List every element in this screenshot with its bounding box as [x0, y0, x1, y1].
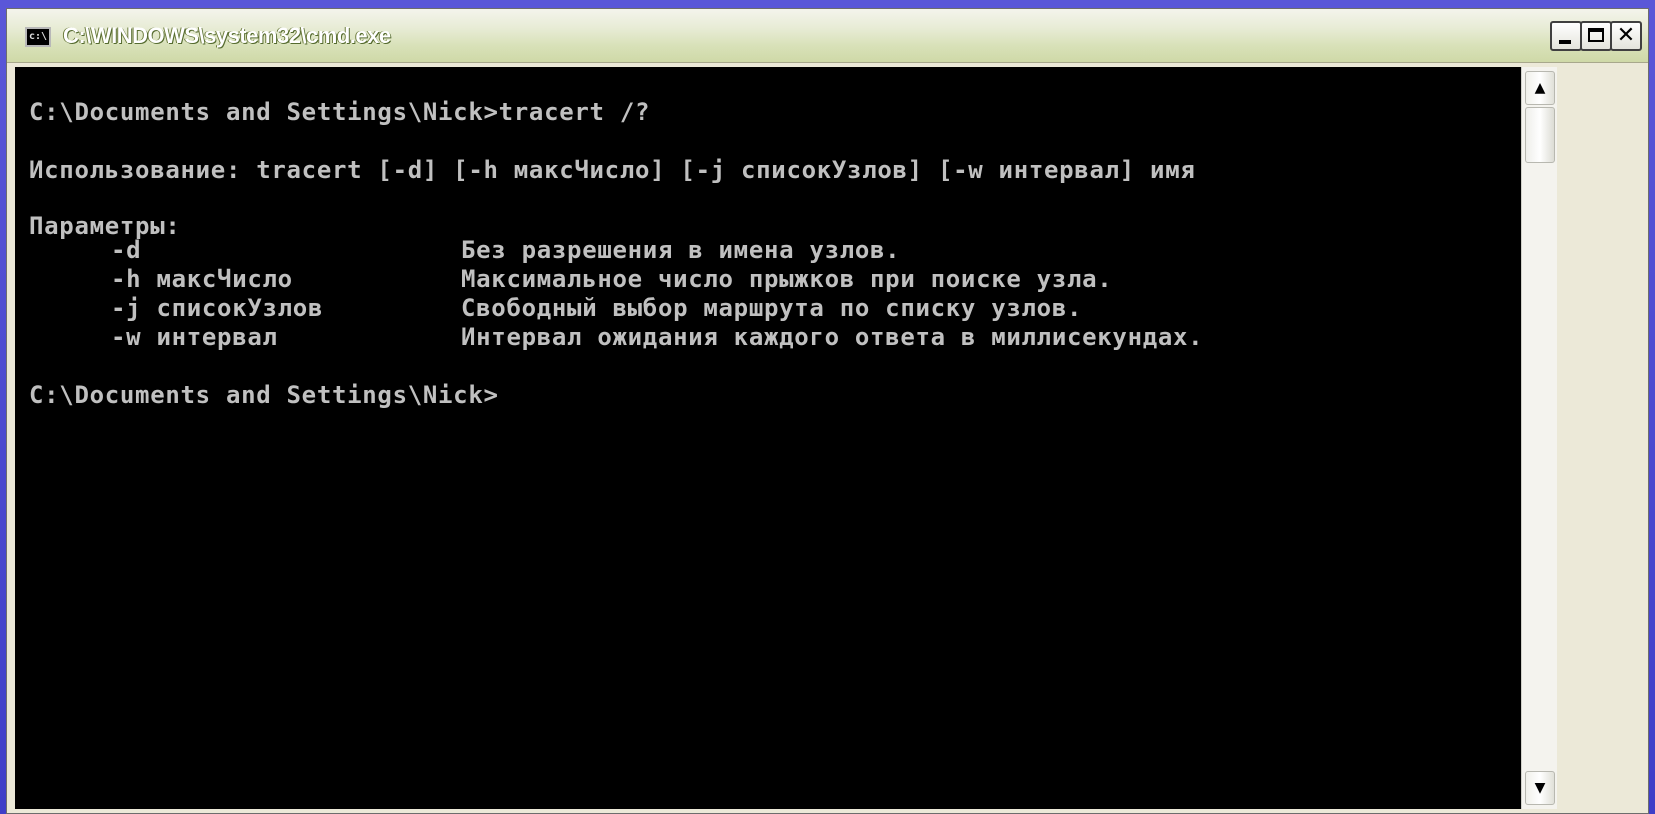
param-flag: -j списокУзлов: [111, 294, 324, 322]
param-description: Интервал ожидания каждого ответа в милли…: [461, 323, 1204, 351]
command-line: C:\Documents and Settings\Nick>tracert /…: [29, 98, 651, 126]
params-header: Параметры:: [29, 212, 181, 240]
param-description: Максимальное число прыжков при поиске уз…: [461, 265, 1113, 293]
window-title: C:\WINDOWS\system32\cmd.exe: [63, 23, 391, 48]
arrow-up-icon: ▲: [1534, 80, 1546, 96]
console-output[interactable]: C:\Documents and Settings\Nick>tracert /…: [15, 67, 1521, 809]
maximize-icon: [1588, 28, 1604, 42]
param-description: Без разрешения в имена узлов.: [461, 236, 901, 264]
prompt-line: C:\Documents and Settings\Nick>: [29, 381, 499, 409]
vertical-scrollbar[interactable]: ▲ ▼: [1521, 67, 1557, 809]
desktop-background: c:\ C:\WINDOWS\system32\cmd.exe ✕ C:\Doc…: [0, 0, 1655, 814]
minimize-icon: [1559, 40, 1571, 44]
param-flag: -d: [111, 236, 142, 264]
console-icon-glyph: c:\: [28, 31, 48, 42]
usage-line: Использование: tracert [-d] [-h максЧисл…: [29, 156, 1196, 184]
title-bar[interactable]: c:\ C:\WINDOWS\system32\cmd.exe ✕: [7, 9, 1648, 63]
param-description: Свободный выбор маршрута по списку узлов…: [461, 294, 1083, 322]
close-icon: ✕: [1616, 23, 1636, 48]
param-flag: -w интервал: [111, 323, 278, 351]
close-button[interactable]: ✕: [1610, 21, 1642, 51]
scroll-up-button[interactable]: ▲: [1525, 71, 1555, 105]
console-icon[interactable]: c:\: [25, 27, 51, 47]
maximize-button[interactable]: [1580, 21, 1612, 51]
arrow-down-icon: ▼: [1534, 780, 1546, 796]
cmd-window: c:\ C:\WINDOWS\system32\cmd.exe ✕ C:\Doc…: [6, 8, 1649, 814]
minimize-button[interactable]: [1550, 21, 1582, 51]
scrollbar-thumb[interactable]: [1525, 107, 1555, 163]
scroll-down-button[interactable]: ▼: [1525, 771, 1555, 805]
param-flag: -h максЧисло: [111, 265, 293, 293]
